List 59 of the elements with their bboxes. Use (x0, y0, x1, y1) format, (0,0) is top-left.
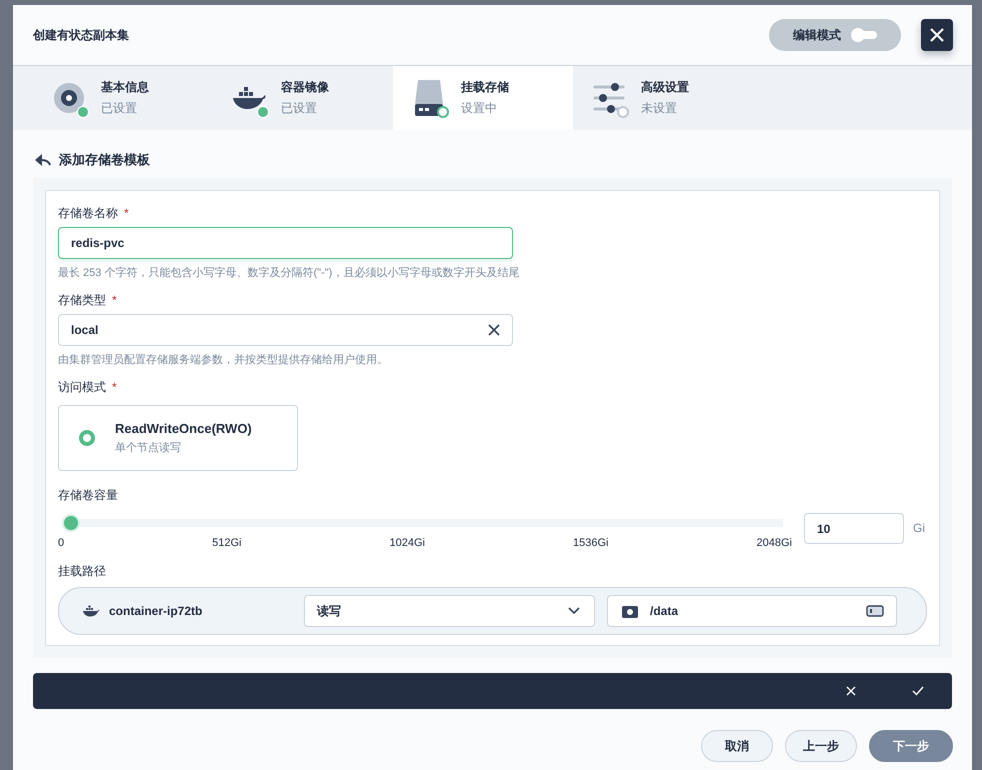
step-status: 已设置 (281, 100, 318, 117)
field-label: 访问模式 (58, 378, 106, 396)
whale-icon (231, 84, 267, 112)
cancel-button[interactable]: 取消 (701, 730, 773, 762)
tick-label: 1024Gi (390, 537, 425, 549)
step-status: 设置中 (461, 100, 498, 117)
close-button[interactable] (921, 19, 953, 51)
chevron-down-icon (568, 607, 580, 615)
option-description: 单个节点读写 (115, 440, 182, 455)
step-title: 挂载存储 (461, 79, 509, 96)
required-mark: * (112, 293, 117, 307)
step-title: 高级设置 (641, 79, 689, 96)
required-mark: * (124, 206, 129, 220)
field-label: 存储类型 (58, 292, 106, 308)
field-hint: 最长 253 个字符，只能包含小写字母、数字及分隔符("-")，且必须以小写字母或数字开头及结尾 (58, 266, 520, 280)
sliders-icon (593, 83, 625, 113)
tick-label: 512Gi (212, 537, 242, 549)
mount-mode-select[interactable]: 读写 (304, 595, 595, 627)
required-mark: * (112, 380, 117, 394)
storage-type-select[interactable]: local (58, 314, 513, 346)
tick-label: 2048Gi (756, 537, 792, 549)
field-label: 存储卷容量 (58, 486, 118, 504)
back-link[interactable]: 添加存储卷模板 (35, 152, 952, 168)
step-tab[interactable]: 挂载存储 设置中 (393, 66, 573, 130)
field-hint: 由集群管理员配置存储服务端参数，并按类型提供存储给用户使用。 (58, 352, 389, 367)
field-label: 挂载路径 (58, 562, 106, 580)
storage-icon (866, 605, 884, 617)
camera-icon (622, 604, 638, 618)
previous-button[interactable]: 上一步 (785, 730, 857, 762)
capacity-input-field[interactable]: 10 (804, 513, 904, 544)
step-status: 未设置 (641, 100, 678, 117)
step-status: 已设置 (101, 100, 138, 117)
mount-path-field[interactable]: /data (607, 595, 897, 627)
field-label: 存储卷名称 (58, 204, 118, 222)
step-tab[interactable]: 高级设置 未设置 (573, 66, 753, 130)
close-icon (846, 686, 856, 696)
back-arrow-icon (35, 154, 51, 166)
whale-icon (81, 604, 101, 618)
drive-icon (414, 80, 444, 116)
step-tab[interactable]: 容器镜像 已设置 (213, 66, 393, 130)
name-input-field[interactable]: redis-pvc (58, 227, 513, 259)
slider-thumb[interactable] (62, 514, 80, 532)
tick-label: 0 (58, 537, 64, 549)
radio-button[interactable] (79, 430, 95, 446)
step-tab[interactable]: 基本信息 已设置 (33, 66, 213, 130)
next-button[interactable]: 下一步 (869, 730, 953, 762)
disk-icon (53, 82, 85, 114)
unit-label: Gi (913, 520, 925, 537)
check-icon (912, 686, 924, 696)
clear-icon[interactable] (488, 324, 500, 336)
container-name: container-ip72tb (109, 604, 204, 618)
dialog-title: 创建有状态副本集 (33, 26, 130, 44)
option-title: ReadWriteOnce(RWO) (115, 421, 252, 436)
close-icon (929, 27, 945, 43)
step-title: 容器镜像 (281, 79, 329, 96)
step-title: 基本信息 (101, 79, 149, 96)
tick-label: 1536Gi (573, 537, 608, 549)
access-mode-option[interactable]: ReadWriteOnce(RWO) 单个节点读写 (58, 405, 298, 471)
edit-mode-toggle[interactable]: 编辑模式 (769, 19, 901, 51)
